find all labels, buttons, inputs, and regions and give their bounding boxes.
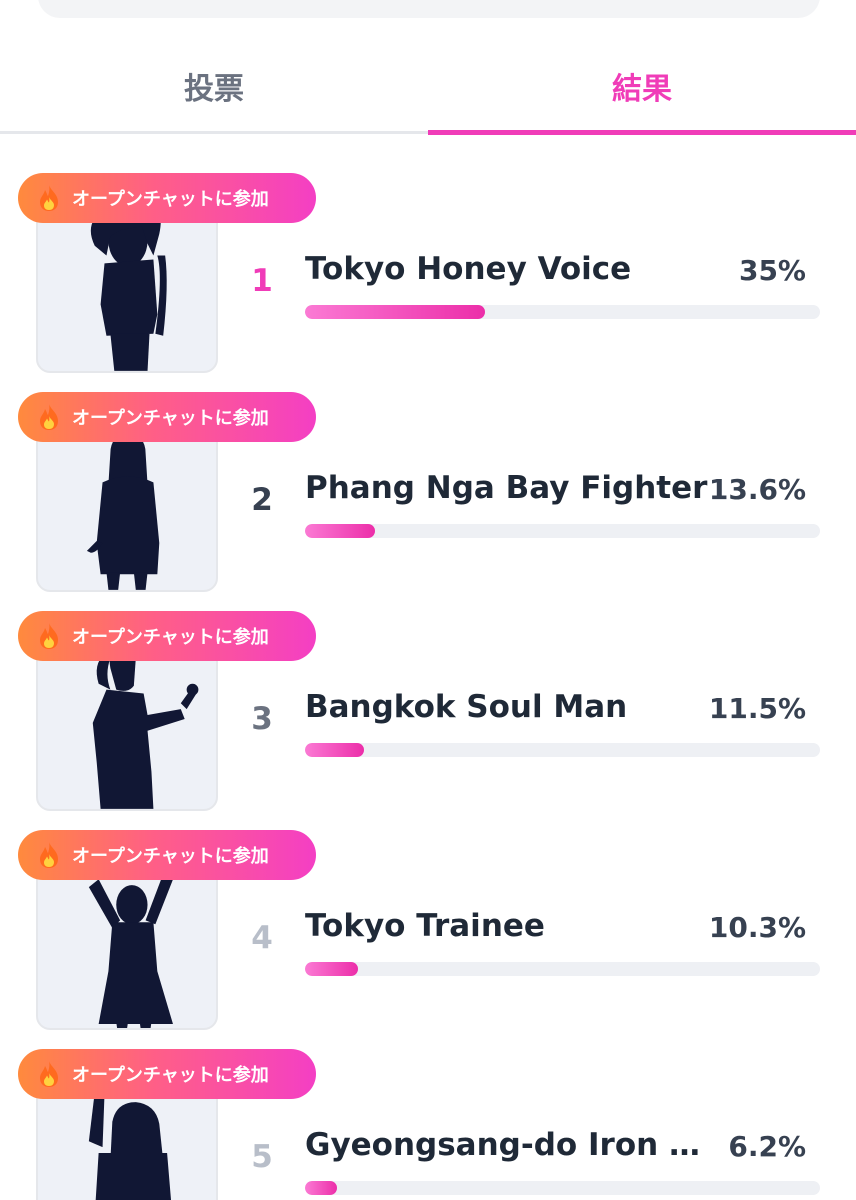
rank-number: 1 (251, 263, 273, 299)
rank-number: 5 (251, 1139, 273, 1175)
rank-number: 3 (251, 701, 273, 737)
open-chat-badge[interactable]: オープンチャットに参加 (18, 830, 316, 880)
open-chat-badge-label: オープンチャットに参加 (72, 1065, 269, 1086)
rank-number: 4 (251, 920, 273, 956)
result-item: オープンチャットに参加 5 Gyeongsang-do Iron Th... 6… (0, 1049, 856, 1200)
vote-percentage: 35% (738, 254, 806, 287)
open-chat-badge[interactable]: オープンチャットに参加 (18, 173, 316, 223)
vote-percentage: 10.3% (708, 911, 806, 944)
result-item: オープンチャットに参加 2 Phang Nga Bay Fighter 13.6… (0, 392, 856, 602)
open-chat-badge[interactable]: オープンチャットに参加 (18, 1049, 316, 1099)
open-chat-badge-label: オープンチャットに参加 (72, 846, 269, 867)
open-chat-badge[interactable]: オープンチャットに参加 (18, 392, 316, 442)
fire-icon (40, 1061, 58, 1087)
progress-bar-track (305, 743, 820, 757)
results-list: オープンチャットに参加 1 Tokyo Honey Voice 35% オープン… (0, 0, 856, 1200)
candidate-name[interactable]: Tokyo Trainee (305, 908, 720, 944)
candidate-name[interactable]: Tokyo Honey Voice (305, 251, 720, 287)
open-chat-badge-label: オープンチャットに参加 (72, 627, 269, 648)
fire-icon (40, 623, 58, 649)
progress-bar-track (305, 962, 820, 976)
fire-icon (40, 842, 58, 868)
progress-bar-fill (305, 305, 486, 319)
app-screen: 投票 結果 オープンチャットに参加 1 Tokyo Honey Voice 35… (0, 0, 856, 1200)
vote-percentage: 11.5% (708, 692, 806, 725)
candidate-name[interactable]: Bangkok Soul Man (305, 689, 720, 725)
vote-percentage: 6.2% (728, 1130, 806, 1163)
progress-bar-fill (305, 743, 365, 757)
progress-bar-track (305, 524, 820, 538)
candidate-name[interactable]: Phang Nga Bay Fighter (305, 470, 720, 506)
progress-bar-track (305, 305, 820, 319)
result-item: オープンチャットに参加 1 Tokyo Honey Voice 35% (0, 173, 856, 383)
open-chat-badge-label: オープンチャットに参加 (72, 408, 269, 429)
result-item: オープンチャットに参加 3 Bangkok Soul Man 11.5% (0, 611, 856, 821)
candidate-name[interactable]: Gyeongsang-do Iron Th... (305, 1127, 720, 1163)
rank-number: 2 (251, 482, 273, 518)
result-item: オープンチャットに参加 4 Tokyo Trainee 10.3% (0, 830, 856, 1040)
fire-icon (40, 404, 58, 430)
progress-bar-fill (305, 524, 376, 538)
progress-bar-track (305, 1181, 820, 1195)
progress-bar-fill (305, 962, 359, 976)
fire-icon (40, 185, 58, 211)
open-chat-badge[interactable]: オープンチャットに参加 (18, 611, 316, 661)
progress-bar-fill (305, 1181, 337, 1195)
vote-percentage: 13.6% (708, 473, 806, 506)
open-chat-badge-label: オープンチャットに参加 (72, 189, 269, 210)
